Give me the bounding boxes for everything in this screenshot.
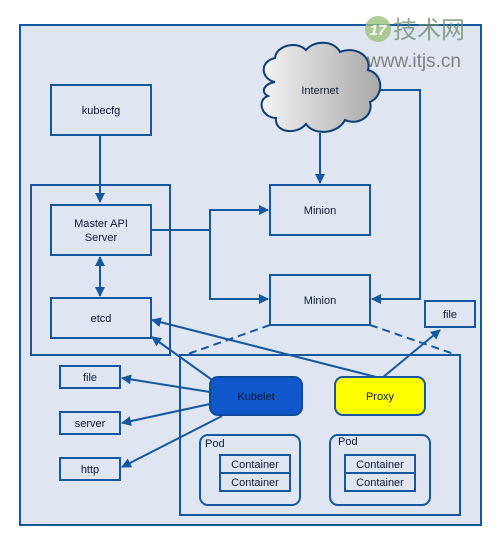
node-file-right: file: [424, 300, 476, 328]
node-kubecfg: kubecfg: [50, 84, 152, 136]
watermark-logo-text: 17: [370, 22, 387, 39]
pod-1-container-2: Container: [231, 477, 279, 489]
node-kubelet: Kubelet: [209, 376, 303, 416]
watermark-url: www.itjs.cn: [366, 51, 461, 72]
node-internet: Internet: [260, 41, 382, 133]
node-minion-1: Minion: [269, 184, 371, 236]
master-api-label-line2: Server: [85, 232, 118, 244]
pod-2-container-1: Container: [356, 459, 404, 471]
watermark-site-name: 技术网: [393, 16, 465, 44]
kubelet-label: Kubelet: [237, 391, 274, 403]
node-minion-2: Minion: [269, 274, 371, 326]
node-server: server: [59, 411, 121, 435]
node-etcd: etcd: [50, 297, 152, 339]
etcd-label: etcd: [91, 313, 112, 325]
node-proxy: Proxy: [334, 376, 426, 416]
kubecfg-label: kubecfg: [82, 105, 121, 117]
file-left-label: file: [83, 372, 97, 384]
node-pod-2: Pod Container Container: [329, 434, 431, 506]
pod-1-label: Pod: [205, 438, 225, 450]
node-file-left: file: [59, 365, 121, 389]
pod-2-label: Pod: [338, 436, 358, 448]
http-label: http: [81, 464, 99, 476]
internet-label: Internet: [301, 85, 338, 97]
node-http: http: [59, 457, 121, 481]
server-label: server: [75, 418, 106, 430]
pod-2-container-2: Container: [356, 477, 404, 489]
architecture-diagram: kubecfg Master API Server etcd Internet …: [19, 16, 482, 526]
pod-1-container-1: Container: [231, 459, 279, 471]
file-right-label: file: [443, 309, 457, 321]
node-master-api-server: Master API Server: [50, 204, 152, 256]
minion-1-label: Minion: [304, 205, 336, 217]
proxy-label: Proxy: [366, 391, 395, 403]
master-api-label-line1: Master API: [74, 218, 128, 230]
node-pod-1: Pod Container Container: [199, 434, 301, 506]
minion-2-label: Minion: [304, 295, 336, 307]
